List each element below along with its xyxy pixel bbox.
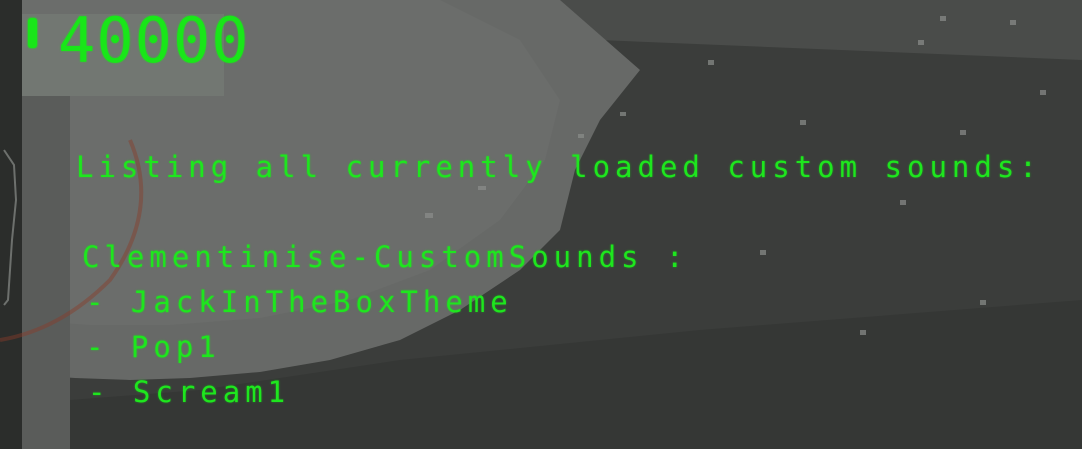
console-sound-item: - Scream1: [88, 375, 291, 409]
console-sound-item: - JackInTheBoxTheme: [86, 285, 513, 319]
console-sound-item: - Pop1: [86, 330, 221, 364]
left-panel: [22, 96, 70, 449]
counter-marker-icon: [28, 18, 37, 48]
console-mod-name: Clementinise-CustomSounds :: [82, 240, 689, 274]
console-header: Listing all currently loaded custom soun…: [76, 150, 1042, 184]
game-scene: 40000 Listing all currently loaded custo…: [0, 0, 1082, 449]
left-strip: [0, 0, 22, 449]
score-counter-value: 40000: [58, 4, 250, 77]
